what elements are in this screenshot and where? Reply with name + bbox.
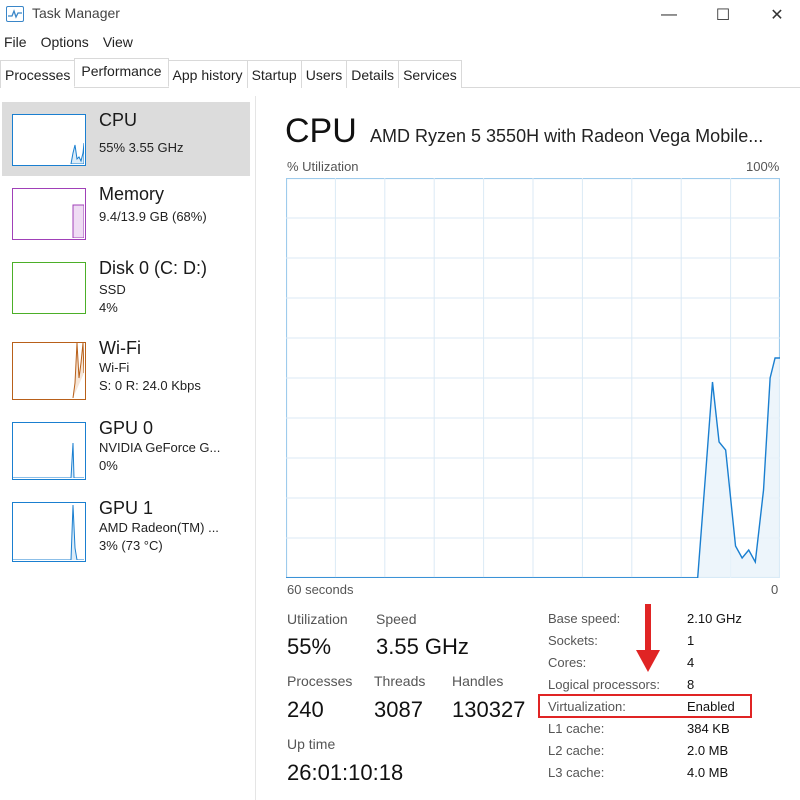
- spec-label: Base speed:: [548, 611, 621, 626]
- spec-value: 2.10 GHz: [687, 611, 742, 626]
- sidebar-item-gpu0[interactable]: GPU 0 NVIDIA GeForce G... 0%: [2, 410, 250, 484]
- processes-label: Processes: [287, 673, 353, 689]
- menu-view[interactable]: View: [103, 32, 133, 54]
- sidebar-item-name: CPU: [99, 110, 138, 130]
- handles-label: Handles: [452, 673, 504, 689]
- sidebar-item-name: Memory: [99, 184, 165, 204]
- spec-value: 2.0 MB: [687, 743, 729, 758]
- sidebar-item-detail: 9.4/13.9 GB (68%): [99, 209, 207, 224]
- task-manager-icon: [6, 6, 24, 22]
- utilization-value: 55%: [287, 634, 332, 659]
- handles-value: 130327: [452, 697, 526, 722]
- uptime-label: Up time: [287, 736, 336, 752]
- spec-label: L1 cache:: [548, 721, 605, 736]
- red-arrow-annotation: [636, 604, 660, 672]
- spec-label: Sockets:: [548, 633, 598, 648]
- minimize-icon: —: [661, 6, 677, 23]
- sidebar-item-detail: 55% 3.55 GHz: [99, 140, 184, 155]
- sidebar-item-gpu1[interactable]: GPU 1 AMD Radeon(TM) ... 3% (73 °C): [2, 490, 250, 564]
- sidebar-item-wifi[interactable]: Wi-Fi Wi-Fi S: 0 R: 24.0 Kbps: [2, 330, 250, 404]
- gpu1-thumbnail-graph: [12, 502, 86, 562]
- spec-label: Cores:: [548, 655, 587, 670]
- maximize-icon: ☐: [715, 7, 731, 24]
- spec-value: 4: [687, 655, 695, 670]
- cpu-thumbnail-graph: [12, 114, 86, 166]
- menu-file[interactable]: File: [4, 32, 27, 54]
- sidebar-item-detail-2: 3% (73 °C): [99, 538, 163, 553]
- sidebar-item-detail: NVIDIA GeForce G...: [99, 440, 221, 455]
- minimize-button[interactable]: —: [646, 0, 692, 30]
- virtualization-highlight-box: [538, 694, 752, 718]
- sidebar-item-detail: AMD Radeon(TM) ...: [99, 520, 219, 535]
- spec-value: 4.0 MB: [687, 765, 729, 780]
- tab-processes[interactable]: Processes: [0, 60, 76, 88]
- uptime-value: 26:01:10:18: [287, 760, 404, 785]
- sidebar-item-detail-2: 4%: [99, 300, 118, 315]
- gpu0-thumbnail-graph: [12, 422, 86, 480]
- utilization-label: Utilization: [287, 611, 348, 627]
- sidebar-item-detail: Wi-Fi: [99, 360, 130, 375]
- cpu-utilization-chart: [286, 178, 780, 578]
- tab-services[interactable]: Services: [398, 60, 462, 88]
- x-axis-left-label: 60 seconds: [287, 582, 354, 597]
- tab-bar: Processes Performance App history Startu…: [0, 58, 800, 88]
- tab-performance[interactable]: Performance: [74, 58, 169, 87]
- spec-label: L2 cache:: [548, 743, 605, 758]
- sidebar-item-name: GPU 1: [99, 498, 154, 518]
- memory-thumbnail-graph: [12, 188, 86, 240]
- close-icon: ✕: [770, 7, 784, 24]
- sidebar-item-name: GPU 0: [99, 418, 154, 438]
- page-title: CPU: [285, 112, 357, 150]
- spec-value: 8: [687, 677, 695, 692]
- y-axis-max-label: 100%: [746, 159, 780, 174]
- spec-value: 1: [687, 633, 695, 648]
- sidebar-item-disk[interactable]: Disk 0 (C: D:) SSD 4%: [2, 250, 250, 324]
- spec-value: 384 KB: [687, 721, 730, 736]
- y-axis-label: % Utilization: [287, 159, 359, 174]
- close-button[interactable]: ✕: [754, 0, 800, 30]
- speed-label: Speed: [376, 611, 417, 627]
- x-axis-right-label: 0: [771, 582, 779, 597]
- sidebar-item-name: Wi-Fi: [99, 338, 141, 358]
- spec-label: L3 cache:: [548, 765, 605, 780]
- title-bar: Task Manager — ☐ ✕: [0, 0, 800, 30]
- speed-value: 3.55 GHz: [376, 634, 469, 659]
- sidebar-item-name: Disk 0 (C: D:): [99, 258, 207, 278]
- tab-startup[interactable]: Startup: [246, 60, 302, 88]
- threads-value: 3087: [374, 697, 423, 722]
- sidebar-item-detail-2: S: 0 R: 24.0 Kbps: [99, 378, 201, 393]
- maximize-button[interactable]: ☐: [700, 0, 746, 30]
- processes-value: 240: [287, 697, 324, 722]
- spec-label: Logical processors:: [548, 677, 660, 692]
- tab-app-history[interactable]: App history: [167, 60, 248, 88]
- sidebar-item-cpu[interactable]: CPU 55% 3.55 GHz: [2, 102, 250, 176]
- sidebar-item-detail-2: 0%: [99, 458, 118, 473]
- threads-label: Threads: [374, 673, 426, 689]
- processor-name: AMD Ryzen 5 3550H with Radeon Vega Mobil…: [370, 126, 764, 146]
- disk-thumbnail-graph: [12, 262, 86, 314]
- sidebar-item-memory[interactable]: Memory 9.4/13.9 GB (68%): [2, 176, 250, 250]
- menu-bar: File Options View: [0, 32, 143, 54]
- window-title: Task Manager: [32, 5, 120, 21]
- wifi-thumbnail-graph: [12, 342, 86, 400]
- menu-options[interactable]: Options: [41, 32, 89, 54]
- resource-sidebar: CPU 55% 3.55 GHz Memory 9.4/13.9 GB (68%…: [0, 96, 256, 800]
- tab-details[interactable]: Details: [346, 60, 400, 88]
- sidebar-item-detail: SSD: [99, 282, 126, 297]
- tab-users[interactable]: Users: [300, 60, 348, 88]
